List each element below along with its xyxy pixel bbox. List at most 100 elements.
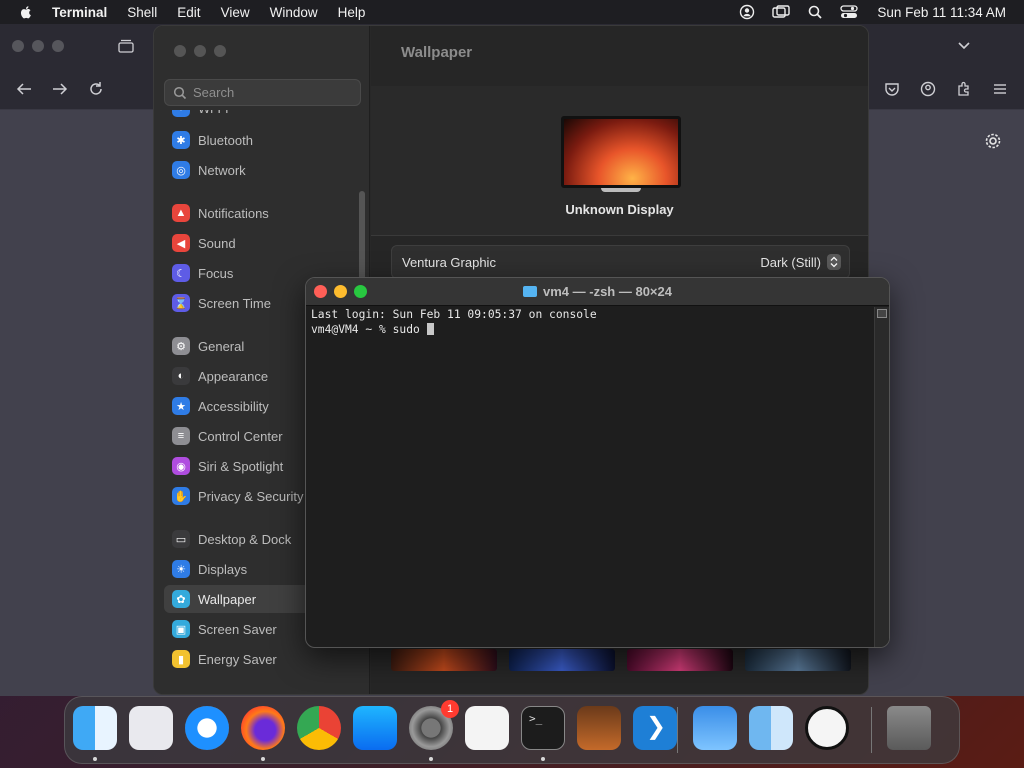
wallpaper-style-value: Dark (Still): [760, 254, 821, 270]
terminal-zoom-button[interactable]: [354, 285, 367, 298]
pocket-icon[interactable]: [882, 79, 902, 99]
sidebar-item-label: Bluetooth: [198, 132, 253, 148]
terminal-prompt-line[interactable]: vm4@VM4 ~ % sudo: [311, 322, 871, 338]
account-icon[interactable]: [918, 79, 938, 99]
display-preview-monitor: [561, 116, 681, 192]
vscode-glyph: ❯: [646, 713, 667, 740]
battery-icon: ▮: [172, 650, 190, 668]
accessibility-icon: ★: [172, 397, 190, 415]
user-icon[interactable]: [737, 4, 757, 20]
hand-icon: ✋: [172, 487, 190, 505]
terminal-minimize-button[interactable]: [334, 285, 347, 298]
menu-edit[interactable]: Edit: [177, 5, 200, 20]
settings-zoom-button[interactable]: [214, 45, 226, 57]
system-settings-icon[interactable]: 1: [409, 700, 459, 750]
terminal-scrollbar[interactable]: [874, 307, 889, 647]
wallpaper-style-select[interactable]: Dark (Still): [760, 254, 841, 270]
launchpad-icon[interactable]: [129, 706, 173, 750]
clock-icon[interactable]: [805, 706, 849, 750]
menu-view[interactable]: View: [221, 5, 250, 20]
terminal-line: Last login: Sun Feb 11 09:05:37 on conso…: [311, 308, 597, 321]
chevron-down-icon[interactable]: [954, 36, 974, 56]
sidebar-item-label: Notifications: [198, 205, 269, 221]
sidebar-item-label: Focus: [198, 265, 234, 281]
screen-mirror-icon[interactable]: [771, 4, 791, 20]
sidebar-item-label: General: [198, 338, 245, 354]
sidebar-item-sound[interactable]: ◀ Sound: [164, 229, 364, 257]
monitor-stand: [601, 188, 641, 192]
sidebar-item-label: Screen Saver: [198, 621, 277, 637]
terminal-close-button[interactable]: [314, 285, 327, 298]
wallpaper-style-row[interactable]: Ventura Graphic Dark (Still): [391, 245, 850, 279]
dock-running-indicator: [93, 757, 97, 761]
gear-icon: ⚙: [172, 337, 190, 355]
displays-icon: ☀: [172, 560, 190, 578]
firefox-icon[interactable]: [241, 706, 285, 750]
terminal-output[interactable]: Last login: Sun Feb 11 09:05:37 on conso…: [306, 307, 876, 647]
garageband-icon[interactable]: [577, 706, 621, 750]
finder-icon[interactable]: [749, 706, 793, 750]
sidebar-item-notifications[interactable]: ▲ Notifications: [164, 199, 364, 227]
reload-icon[interactable]: [86, 79, 106, 99]
weather-icon[interactable]: [693, 706, 737, 750]
appearance-icon: ◐: [172, 367, 190, 385]
menu-clock[interactable]: Sun Feb 11 11:34 AM: [877, 5, 1006, 20]
sidebar-item-wi-fi[interactable]: ● Wi-Fi: [164, 110, 364, 122]
sidebar-item-label: Wi-Fi: [198, 110, 228, 116]
back-arrow-icon[interactable]: [14, 79, 34, 99]
wallpaper-icon: ✿: [172, 590, 190, 608]
vscode-icon[interactable]: ❯: [633, 706, 677, 750]
wallpaper-thumbnail[interactable]: [745, 649, 851, 671]
browser-minimize-button[interactable]: [32, 40, 44, 52]
menu-window[interactable]: Window: [270, 5, 318, 20]
trash-icon[interactable]: [887, 706, 931, 750]
control-center-icon[interactable]: [839, 4, 859, 20]
tab-overview-icon[interactable]: [116, 36, 136, 56]
bell-icon: ▲: [172, 204, 190, 222]
menu-app-name[interactable]: Terminal: [52, 5, 107, 20]
sidebar-item-label: Displays: [198, 561, 248, 577]
settings-minimize-button[interactable]: [194, 45, 206, 57]
page-settings-gear-icon[interactable]: [983, 131, 1003, 151]
sidebar-item-label: Sound: [198, 235, 236, 251]
sidebar-item-label: Network: [198, 162, 246, 178]
safari-icon[interactable]: [185, 706, 229, 750]
menu-help[interactable]: Help: [338, 5, 366, 20]
terminal-window[interactable]: vm4 — -zsh — 80×24 Last login: Sun Feb 1…: [305, 277, 890, 648]
extensions-icon[interactable]: [954, 79, 974, 99]
hamburger-menu-icon[interactable]: [990, 79, 1010, 99]
dock-separator: [871, 707, 872, 753]
text-cursor: [426, 322, 434, 335]
apple-menu-icon[interactable]: [18, 4, 34, 20]
search-icon: [173, 86, 187, 99]
screensaver-icon: ▣: [172, 620, 190, 638]
terminal-icon[interactable]: >_: [521, 706, 565, 750]
browser-close-button[interactable]: [12, 40, 24, 52]
finder-icon[interactable]: [73, 706, 117, 750]
terminal-titlebar[interactable]: vm4 — -zsh — 80×24: [306, 278, 889, 306]
textedit-icon[interactable]: [465, 706, 509, 750]
search-input[interactable]: Search: [164, 79, 361, 106]
wallpaper-thumbnails: [391, 649, 851, 671]
wallpaper-thumbnail[interactable]: [627, 649, 733, 671]
chrome-icon[interactable]: [297, 706, 341, 750]
wallpaper-name: Ventura Graphic: [402, 254, 496, 270]
settings-close-button[interactable]: [174, 45, 186, 57]
app-store-icon[interactable]: [353, 706, 397, 750]
control-center-icon: ≡: [172, 427, 190, 445]
browser-zoom-button[interactable]: [52, 40, 64, 52]
wallpaper-thumbnail[interactable]: [391, 649, 497, 671]
menu-shell[interactable]: Shell: [127, 5, 157, 20]
forward-arrow-icon[interactable]: [50, 79, 70, 99]
sidebar-item-energy-saver[interactable]: ▮ Energy Saver: [164, 645, 364, 673]
wallpaper-thumbnail[interactable]: [509, 649, 615, 671]
terminal-title: vm4 — -zsh — 80×24: [543, 284, 672, 299]
terminal-command: vm4@VM4 ~ % sudo: [311, 322, 427, 336]
speaker-icon: ◀: [172, 234, 190, 252]
scroll-mark-icon: [877, 309, 887, 318]
sidebar-item-network[interactable]: ◎ Network: [164, 156, 364, 184]
sidebar-item-label: Privacy & Security: [198, 488, 304, 504]
search-icon[interactable]: [805, 4, 825, 20]
sidebar-item-bluetooth[interactable]: ✱ Bluetooth: [164, 126, 364, 154]
siri-icon: ◉: [172, 457, 190, 475]
